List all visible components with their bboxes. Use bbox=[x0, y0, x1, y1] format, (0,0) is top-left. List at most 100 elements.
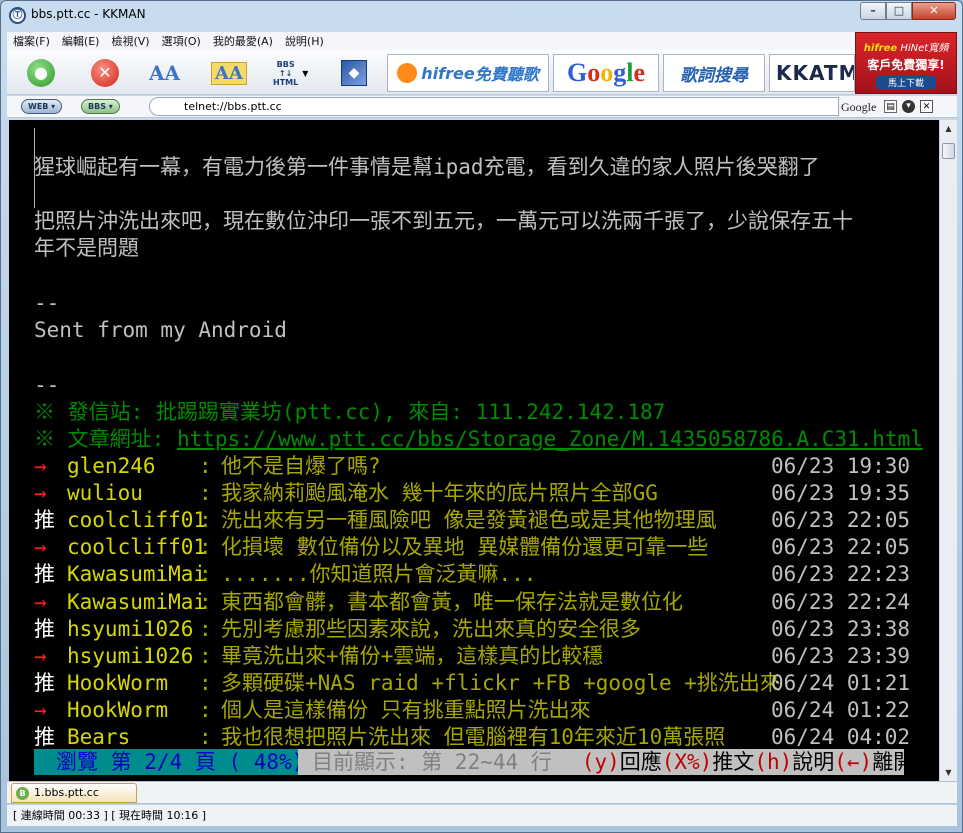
bbs-html-line3: HTML bbox=[273, 77, 299, 87]
font-smaller-icon: AA bbox=[149, 61, 181, 85]
maximize-button[interactable]: □ bbox=[886, 2, 912, 20]
post-origin-line: ※ 發信站: 批踢踢實業坊(ptt.cc), 來自: 111.242.142.1… bbox=[34, 400, 666, 424]
push-user: HookWorm bbox=[67, 697, 169, 722]
ad-hifree-music[interactable]: hifree 免費聽歌 bbox=[387, 54, 549, 92]
push-row: → KawasumiMai: 東西都會髒，書本都會黃，唯一保存法就是數位化 06/23… bbox=[34, 589, 910, 616]
status-bar: [ 連線時間 00:33 ] [ 現在時間 10:16 ] bbox=[7, 804, 957, 826]
push-user: wuliou bbox=[67, 481, 143, 506]
push-message: 他不是自爆了嗎? bbox=[221, 454, 381, 478]
ad-kkatm[interactable]: KKATM bbox=[769, 54, 855, 92]
cube-icon: ◆ bbox=[341, 60, 367, 86]
font-larger-icon: AA bbox=[211, 61, 247, 85]
toolbox-button[interactable]: ◆ bbox=[341, 56, 367, 90]
menu-help[interactable]: 說明(H) bbox=[279, 33, 330, 49]
article-line: 年不是問題 bbox=[34, 236, 139, 260]
arrow-tag: → bbox=[34, 454, 47, 478]
kkman-logo-icon: Ⓣ bbox=[9, 7, 26, 24]
go-button[interactable]: ● bbox=[27, 56, 55, 90]
push-colon: : bbox=[199, 643, 212, 668]
menu-favorites[interactable]: 我的最愛(A) bbox=[207, 33, 279, 49]
tab-bbs-ptt[interactable]: B 1.bbs.ptt.cc bbox=[11, 783, 137, 803]
post-url-prefix: ※ 文章網址: bbox=[34, 427, 177, 451]
push-label: 推文 bbox=[712, 750, 755, 774]
push-user: glen246 bbox=[67, 454, 156, 478]
close-search-icon[interactable]: ✕ bbox=[920, 100, 933, 113]
push-time: 06/24 01:21 bbox=[771, 670, 911, 695]
push-colon: : bbox=[199, 616, 212, 641]
push-colon: : bbox=[199, 670, 212, 695]
arrow-tag: → bbox=[34, 589, 47, 614]
push-time: 06/23 23:38 bbox=[771, 616, 911, 641]
push-message: 畢竟洗出來+備份+雲端，這樣真的比較穩 bbox=[221, 643, 604, 668]
push-time: 06/24 04:02 bbox=[771, 725, 911, 749]
stop-button[interactable]: ✕ bbox=[91, 56, 119, 90]
push-message: 東西都會髒，書本都會黃，唯一保存法就是數位化 bbox=[221, 589, 683, 614]
stop-icon: ✕ bbox=[91, 59, 119, 87]
push-message: 我也很想把照片洗出來 但電腦裡有10年來近10萬張照 bbox=[221, 725, 726, 749]
post-url-line: ※ 文章網址: https://www.ptt.cc/bbs/Storage_Z… bbox=[34, 426, 923, 453]
ad-hifree-brand: hifree bbox=[421, 63, 475, 83]
line-range: 目前顯示: 第 22~44 行 bbox=[312, 750, 552, 774]
menu-edit[interactable]: 編輯(E) bbox=[56, 33, 106, 49]
footer-separator: -- bbox=[34, 373, 60, 397]
scroll-up-icon[interactable]: ▲ bbox=[940, 120, 957, 137]
web-mode-button[interactable]: WEB ▾ bbox=[21, 99, 63, 114]
title-bar: Ⓣ bbs.ptt.cc - KKMAN – □ ✕ bbox=[1, 1, 962, 31]
bbs-mode-button[interactable]: BBS ▾ bbox=[81, 99, 120, 114]
hinet-ad-banner[interactable]: hifree HiNet寬頻 客戶免費獨享! 馬上下載 bbox=[855, 32, 957, 94]
ad-google[interactable]: Google bbox=[553, 54, 659, 92]
hinet-ad-line2: 客戶免費獨享! bbox=[867, 58, 945, 72]
push-time: 06/23 22:05 bbox=[771, 535, 911, 560]
bbs-terminal[interactable]: 猩球崛起有一幕，有電力後第一件事情是幫ipad充電，看到久違的家人照片後哭翻了 … bbox=[9, 120, 939, 781]
exit-key[interactable]: (←) bbox=[834, 750, 872, 774]
push-key[interactable]: (X%) bbox=[662, 750, 713, 774]
ad-lyrics-search[interactable]: 歌詞搜尋 bbox=[663, 54, 765, 92]
push-user: Bears bbox=[67, 725, 131, 749]
arrow-tag: → bbox=[34, 535, 47, 560]
bbs-mode-label: BBS bbox=[88, 102, 106, 111]
url-input[interactable]: telnet://bbs.ptt.cc bbox=[149, 97, 839, 116]
push-colon: : bbox=[199, 697, 212, 722]
scroll-thumb[interactable] bbox=[942, 143, 955, 159]
push-time: 06/23 22:05 bbox=[771, 508, 911, 533]
font-smaller-button[interactable]: AA bbox=[149, 56, 180, 90]
ad-hifree-text: 免費聽歌 bbox=[474, 65, 539, 84]
ad-kkatm-text: KKATM bbox=[776, 61, 855, 85]
signature-text: Sent from my Android bbox=[34, 318, 287, 342]
bbs-html-toggle-button[interactable]: BBS ↑↓ HTML ▼ bbox=[273, 56, 308, 90]
menu-view[interactable]: 檢視(V) bbox=[105, 33, 155, 49]
push-message: 多顆硬碟+NAS raid +flickr +FB +google +挑洗出來 bbox=[221, 670, 781, 695]
reply-key[interactable]: (y) bbox=[582, 750, 620, 774]
page-indicator: 瀏覽 第 2/4 頁 ( 48%) bbox=[34, 749, 304, 775]
push-user: HookWorm bbox=[67, 670, 169, 695]
push-row: 推 hsyumi1026: 先別考慮那些因素來說，洗出來真的安全很多 06/23 23… bbox=[34, 616, 910, 643]
minimize-button[interactable]: – bbox=[860, 2, 886, 20]
menu-file[interactable]: 檔案(F) bbox=[7, 33, 56, 49]
google-logo: Google bbox=[566, 58, 645, 87]
push-colon: : bbox=[199, 454, 212, 478]
hinet-ad-line1-text: HiNet寬頻 bbox=[900, 43, 949, 54]
tab-bar: B 1.bbs.ptt.cc bbox=[7, 781, 957, 803]
bbs-html-icon: BBS ↑↓ HTML bbox=[273, 60, 298, 87]
font-larger-button[interactable]: AA bbox=[211, 56, 247, 90]
hinet-ad-line1: hifree HiNet寬頻 bbox=[856, 39, 956, 54]
push-message: 洗出來有另一種風險吧 像是發黃褪色或是其他物理風 bbox=[221, 508, 717, 533]
menu-options[interactable]: 選項(O) bbox=[156, 33, 207, 49]
scroll-down-icon[interactable]: ▼ bbox=[940, 764, 957, 781]
push-message: 我家納莉颱風淹水 幾十年來的底片照片全部GG bbox=[221, 481, 658, 506]
close-button[interactable]: ✕ bbox=[912, 2, 956, 20]
article-line: 猩球崛起有一幕，有電力後第一件事情是幫ipad充電，看到久違的家人照片後哭翻了 bbox=[34, 155, 820, 179]
push-tag: 推 bbox=[34, 508, 55, 533]
push-time: 06/23 22:23 bbox=[771, 562, 911, 587]
vertical-scrollbar[interactable]: ▲ ▼ bbox=[939, 120, 957, 781]
help-key[interactable]: (h) bbox=[754, 750, 792, 774]
window-title: bbs.ptt.cc - KKMAN bbox=[31, 7, 146, 21]
search-options-icon[interactable]: ▤ bbox=[884, 100, 897, 113]
google-search-label[interactable]: Google bbox=[841, 100, 876, 115]
dropdown-icon[interactable]: ▾ bbox=[902, 100, 915, 113]
push-tag: 推 bbox=[34, 616, 55, 641]
push-message: .......你知道照片會泛黃嘛... bbox=[221, 562, 537, 587]
hinet-ad-download: 馬上下載 bbox=[876, 76, 936, 89]
post-url-link[interactable]: https://www.ptt.cc/bbs/Storage_Zone/M.14… bbox=[177, 427, 923, 451]
arrow-tag: → bbox=[34, 481, 47, 506]
